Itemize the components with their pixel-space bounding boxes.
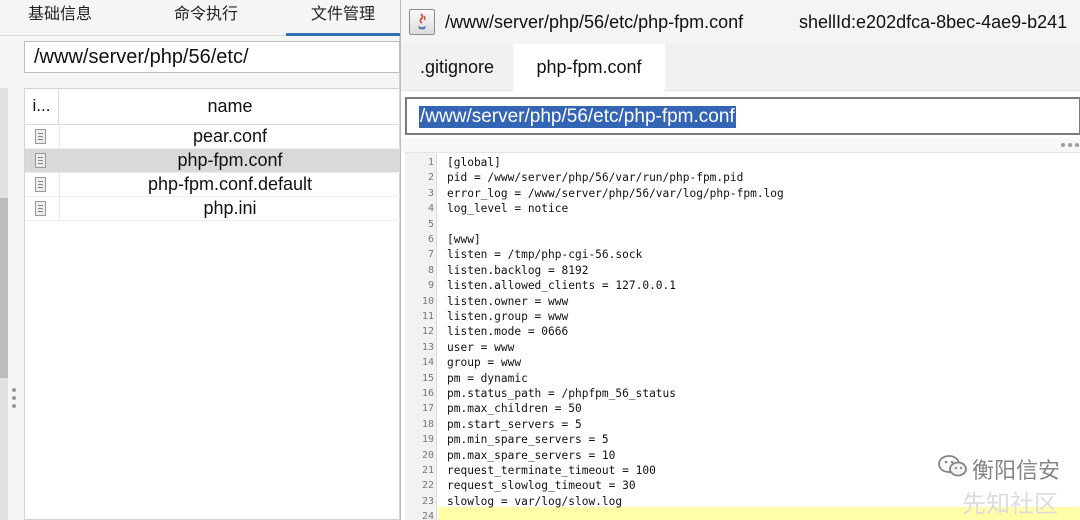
file-row-selected[interactable]: php-fpm.conf [25, 149, 401, 173]
line-number: 6 [427, 234, 434, 245]
file-manager-panel: 基础信息 命令执行 文件管理 /www/server/php/56/etc/ i… [0, 0, 401, 520]
file-row[interactable]: php-fpm.conf.default [25, 173, 401, 197]
watermark-faint: 先知社区 [962, 490, 1058, 518]
file-icon [35, 153, 46, 168]
code-line: listen.backlog = 8192 [447, 263, 589, 277]
line-number: 16 [421, 388, 434, 399]
line-number: 3 [427, 187, 434, 199]
code-line: listen = /tmp/php-cgi-56.sock [447, 248, 643, 262]
line-number: 11 [421, 311, 434, 322]
column-header-icon[interactable]: i... [25, 89, 59, 125]
editor-resize-handle[interactable] [401, 138, 1080, 152]
code-line: listen.allowed_clients = 127.0.0.1 [447, 279, 677, 293]
code-line: pm = dynamic [447, 371, 528, 385]
line-number: 20 [421, 449, 434, 461]
java-app-icon [409, 9, 435, 35]
tab-file-manager[interactable]: 文件管理 [286, 0, 400, 36]
line-number: 15 [421, 372, 434, 384]
code-line: listen.mode = 0666 [447, 325, 569, 339]
code-line: user = www [447, 340, 515, 354]
code-line: log_level = notice [447, 202, 569, 216]
file-editor-window: /www/server/php/56/etc/php-fpm.conf shel… [400, 0, 1080, 520]
code-line: pm.status_path = /phpfpm_56_status [447, 387, 677, 400]
tab-php-fpm-conf[interactable]: php-fpm.conf [513, 44, 665, 91]
line-number: 1 [427, 157, 434, 168]
file-icon [35, 201, 46, 216]
editor-tab-bar: .gitignore php-fpm.conf [401, 44, 1080, 91]
code-line: pm.max_spare_servers = 10 [447, 448, 616, 462]
watermark-text: 衡阳信安 [971, 459, 1060, 484]
line-number: 21 [421, 465, 434, 476]
code-line: request_terminate_timeout = 100 [447, 464, 656, 477]
code-line: pm.start_servers = 5 [447, 417, 582, 431]
line-number: 19 [421, 434, 434, 446]
code-line: error_log = /www/server/php/56/var/log/p… [447, 186, 784, 200]
line-number: 23 [421, 495, 434, 507]
file-icon [35, 177, 46, 192]
code-line: [www] [447, 233, 481, 246]
file-name: php.ini [203, 198, 257, 218]
directory-path-input[interactable]: /www/server/php/56/etc/ [24, 41, 400, 73]
line-number: 24 [421, 511, 434, 520]
line-number: 8 [427, 264, 434, 276]
tab-command-exec[interactable]: 命令执行 [146, 0, 266, 36]
file-path-input[interactable]: /www/server/php/56/etc/php-fpm.conf [405, 97, 1080, 135]
tab-gitignore[interactable]: .gitignore [401, 44, 513, 91]
code-line: pm.min_spare_servers = 5 [447, 433, 609, 447]
file-row[interactable]: pear.conf [25, 125, 401, 149]
line-number: 10 [421, 295, 434, 307]
line-number: 14 [421, 357, 434, 369]
line-number: 17 [421, 403, 434, 415]
column-header-name[interactable]: name [59, 89, 401, 125]
file-table: i... name pear.conf php-fpm.conf php-fpm… [24, 88, 401, 520]
file-row[interactable]: php.ini [25, 197, 401, 221]
code-line: listen.group = www [447, 310, 569, 323]
file-name: php-fpm.conf.default [147, 174, 313, 194]
left-scrollbar-thumb[interactable] [0, 198, 8, 378]
line-number-gutter: 1 2 3 4 5 6 7 8 9 10 11 12 13 14 15 16 17 18 19 20 21 22 23 24 [405, 153, 437, 520]
file-table-header: i... name [25, 89, 401, 125]
line-number: 13 [421, 341, 434, 353]
code-line: slowlog = var/log/slow.log [447, 494, 623, 508]
left-scrollbar[interactable] [0, 88, 8, 520]
shell-id-label: shellId:e202dfca-8bec-4ae9-b241 [799, 12, 1068, 32]
file-icon [35, 129, 46, 144]
code-line: pid = /www/server/php/56/var/run/php-fpm… [447, 171, 744, 185]
line-number: 22 [421, 480, 434, 492]
line-number: 4 [427, 203, 434, 215]
window-title-bar[interactable]: /www/server/php/56/etc/php-fpm.conf shel… [401, 0, 1080, 44]
line-number: 7 [427, 249, 434, 261]
line-number: 5 [427, 218, 434, 230]
file-path-selected-text: /www/server/php/56/etc/php-fpm.conf [419, 106, 736, 128]
line-number: 2 [427, 172, 434, 184]
window-title: /www/server/php/56/etc/php-fpm.conf [445, 12, 744, 32]
line-number: 12 [421, 326, 434, 338]
code-line: group = www [447, 356, 522, 370]
code-line: request_slowlog_timeout = 30 [447, 479, 636, 493]
code-line: listen.owner = www [447, 294, 569, 308]
tab-basic-info[interactable]: 基础信息 [0, 0, 120, 36]
file-name: php-fpm.conf [177, 150, 283, 170]
splitter-handle[interactable] [12, 388, 16, 408]
code-line: pm.max_children = 50 [447, 402, 582, 416]
code-line: [global] [447, 156, 501, 169]
file-name: pear.conf [192, 126, 268, 146]
line-number: 9 [427, 280, 434, 292]
line-number: 18 [421, 418, 434, 430]
main-tab-bar: 基础信息 命令执行 文件管理 [0, 0, 400, 36]
